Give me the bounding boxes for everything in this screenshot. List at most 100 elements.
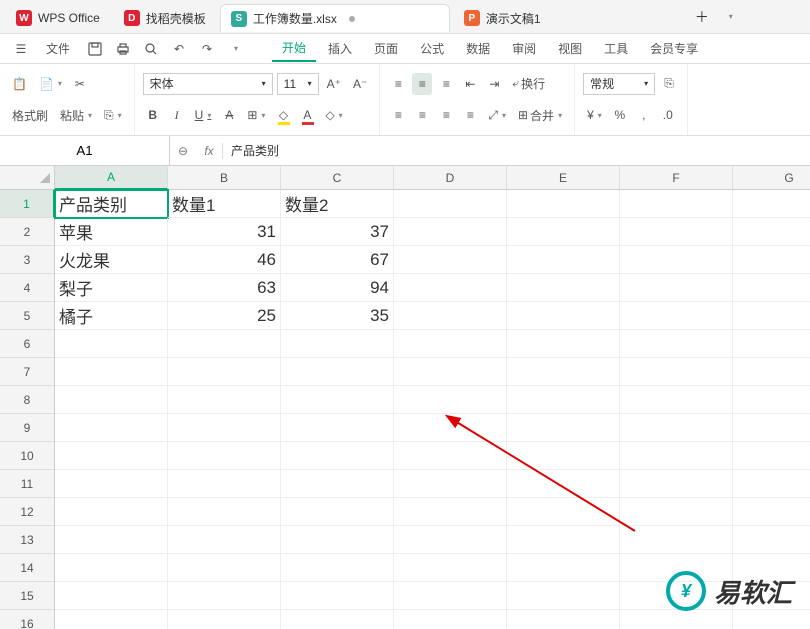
cell[interactable] (620, 414, 733, 442)
cell[interactable] (507, 190, 620, 218)
cell[interactable] (168, 330, 281, 358)
name-box-input[interactable] (30, 143, 140, 158)
row-header[interactable]: 10 (0, 442, 55, 470)
select-all-corner[interactable] (0, 166, 55, 190)
cell[interactable] (394, 498, 507, 526)
font-decrease-icon[interactable]: A⁻ (349, 73, 371, 95)
column-header[interactable]: G (733, 166, 810, 190)
menu-data[interactable]: 数据 (456, 36, 500, 61)
preview-icon[interactable] (138, 38, 164, 60)
wrap-text-button[interactable]: ⤶换行 (508, 73, 549, 95)
row-header[interactable]: 9 (0, 414, 55, 442)
cell[interactable] (168, 582, 281, 610)
tab-presentation[interactable]: P 演示文稿1 (454, 4, 684, 32)
cell[interactable] (733, 610, 810, 629)
fx-icon[interactable]: fx (196, 144, 222, 158)
indent-increase-icon[interactable]: ⇥ (484, 73, 504, 95)
cell[interactable] (733, 190, 810, 218)
spreadsheet-grid[interactable]: ABCDEFG 12345678910111213141516 产品类别数量1数… (0, 166, 810, 629)
cell[interactable] (394, 442, 507, 470)
cell[interactable] (281, 330, 394, 358)
menu-page[interactable]: 页面 (364, 36, 408, 61)
row-header[interactable]: 12 (0, 498, 55, 526)
paste-button[interactable]: 粘贴 (56, 104, 96, 126)
row-header[interactable]: 2 (0, 218, 55, 246)
cell[interactable] (620, 330, 733, 358)
cell[interactable] (507, 274, 620, 302)
cell[interactable] (733, 274, 810, 302)
cell[interactable]: 37 (281, 218, 394, 246)
cell[interactable] (507, 386, 620, 414)
cell[interactable] (168, 386, 281, 414)
cell[interactable]: 数量2 (281, 190, 394, 218)
cell[interactable] (394, 330, 507, 358)
cell[interactable] (507, 526, 620, 554)
number-format-select[interactable]: 常规▾ (583, 73, 655, 95)
cell[interactable] (507, 582, 620, 610)
save-icon[interactable] (82, 38, 108, 60)
cell[interactable] (733, 302, 810, 330)
decimal-decrease-icon[interactable]: .0 (658, 104, 678, 126)
cell[interactable]: 苹果 (55, 218, 168, 246)
menu-icon[interactable]: ☰ (8, 38, 34, 60)
cell[interactable] (281, 610, 394, 629)
cell[interactable] (394, 218, 507, 246)
tab-workbook[interactable]: S 工作簿数量.xlsx (220, 4, 450, 32)
column-header[interactable]: C (281, 166, 394, 190)
menu-start[interactable]: 开始 (272, 35, 316, 62)
cell[interactable]: 94 (281, 274, 394, 302)
cell[interactable] (55, 414, 168, 442)
cell[interactable] (733, 218, 810, 246)
cell[interactable] (281, 442, 394, 470)
cell[interactable] (733, 414, 810, 442)
cell[interactable] (168, 610, 281, 629)
bold-button[interactable]: B (143, 104, 163, 126)
cell[interactable] (168, 470, 281, 498)
cell[interactable] (55, 610, 168, 629)
cell[interactable] (394, 386, 507, 414)
cell[interactable] (507, 218, 620, 246)
tab-wps-home[interactable]: W WPS Office (6, 4, 110, 32)
column-header[interactable]: D (394, 166, 507, 190)
formula-bar[interactable]: 产品类别 (223, 142, 810, 159)
merge-button[interactable]: ⊞合并 (514, 104, 566, 126)
font-increase-icon[interactable]: A⁺ (323, 73, 345, 95)
cell[interactable] (281, 498, 394, 526)
justify-icon[interactable]: ≡ (460, 104, 480, 126)
column-header[interactable]: A (55, 166, 168, 190)
indent-decrease-icon[interactable]: ⇤ (460, 73, 480, 95)
cell[interactable] (281, 386, 394, 414)
cell[interactable] (620, 526, 733, 554)
cell[interactable] (507, 414, 620, 442)
cell[interactable] (620, 386, 733, 414)
cell[interactable] (168, 554, 281, 582)
cell[interactable] (55, 582, 168, 610)
row-header[interactable]: 7 (0, 358, 55, 386)
cell[interactable]: 火龙果 (55, 246, 168, 274)
font-name-select[interactable]: 宋体▾ (143, 73, 273, 95)
fill-color-button[interactable]: ◇ (273, 104, 293, 126)
cell[interactable] (168, 358, 281, 386)
cell[interactable] (733, 246, 810, 274)
cell[interactable] (55, 442, 168, 470)
row-header[interactable]: 8 (0, 386, 55, 414)
cancel-formula-icon[interactable]: ⊖ (170, 144, 196, 158)
cell[interactable] (55, 330, 168, 358)
cell[interactable] (620, 302, 733, 330)
row-header[interactable]: 16 (0, 610, 55, 629)
row-header[interactable]: 4 (0, 274, 55, 302)
cell[interactable] (507, 442, 620, 470)
cell[interactable] (394, 526, 507, 554)
cell[interactable] (507, 358, 620, 386)
cell[interactable] (281, 582, 394, 610)
column-header[interactable]: F (620, 166, 733, 190)
menu-formula[interactable]: 公式 (410, 36, 454, 61)
cells-area[interactable]: 产品类别数量1数量2苹果3137火龙果4667梨子6394橘子2535 (55, 190, 810, 629)
cell[interactable] (394, 582, 507, 610)
tab-menu-button[interactable] (718, 5, 742, 29)
align-bottom-icon[interactable]: ≡ (436, 73, 456, 95)
cell[interactable] (168, 526, 281, 554)
menu-review[interactable]: 审阅 (502, 36, 546, 61)
cell[interactable] (55, 358, 168, 386)
cell[interactable]: 46 (168, 246, 281, 274)
